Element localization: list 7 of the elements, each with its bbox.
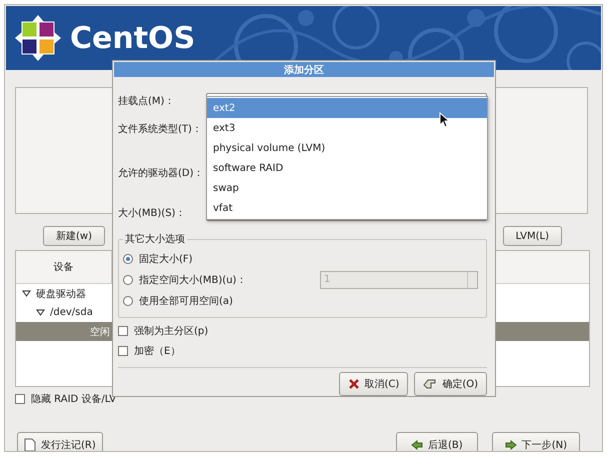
dialog-title: 添加分区: [114, 62, 494, 77]
field-label: 大小(MB)(S)：: [118, 206, 186, 220]
field-label: 允许的驱动器(D)：: [118, 166, 205, 180]
field-label: 挂载点(M)：: [118, 94, 176, 108]
group-title: 其它大小选项: [124, 232, 186, 246]
logo-text: CentOS: [70, 20, 196, 56]
field-label: 文件系统类型(T)：: [118, 122, 203, 136]
